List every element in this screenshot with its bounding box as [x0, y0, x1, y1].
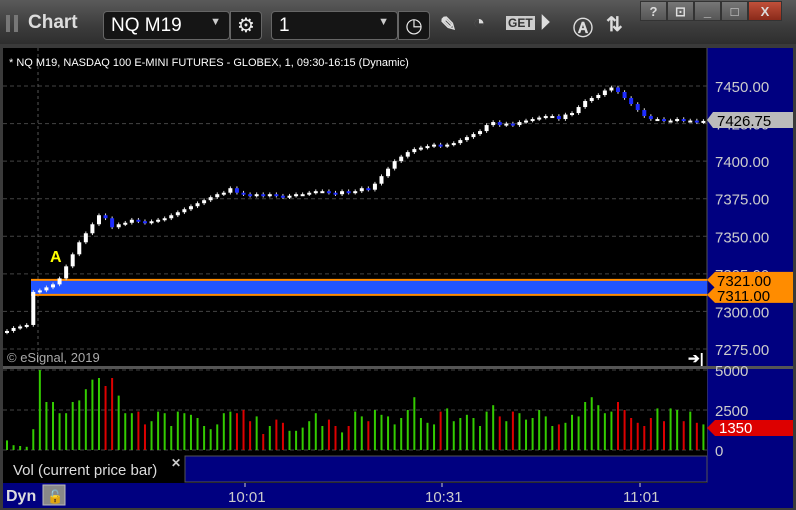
gear-icon: ⚙ — [237, 15, 255, 37]
svg-text:🔓: 🔓 — [47, 489, 63, 504]
price-tick-label: 7275.00 — [715, 342, 769, 359]
level-low-tag[interactable]: 7311.00 — [707, 286, 793, 305]
maximize-button[interactable]: □ — [721, 1, 748, 21]
candle — [110, 216, 115, 230]
price-tick-label: 7375.00 — [715, 192, 769, 209]
volume-tick-label: 2500 — [715, 403, 748, 420]
clock-icon: ◷ — [405, 15, 423, 37]
layout-button[interactable]: ⊡ — [667, 1, 694, 21]
time-axis[interactable] — [3, 483, 793, 508]
svg-text:7426.75: 7426.75 — [717, 113, 771, 130]
minimize-button[interactable]: _ — [694, 1, 721, 21]
svg-text:7311.00: 7311.00 — [717, 288, 770, 305]
chart-header: * NQ M19, NASDAQ 100 E-MINI FUTURES - GL… — [9, 57, 409, 69]
time-tick-label: 11:01 — [623, 489, 659, 506]
study-icon[interactable]: ◔ — [473, 12, 485, 35]
symbol-input[interactable]: NQ M19 ▼ — [103, 11, 230, 40]
lock-icon[interactable]: 🔓 — [42, 484, 66, 506]
volume-study-label[interactable]: Vol (current price bar) — [13, 462, 157, 479]
symbol-settings-button[interactable]: ⚙ — [230, 11, 262, 40]
chevron-down-icon[interactable]: ▼ — [378, 16, 389, 28]
price-tick-label: 7450.00 — [715, 79, 769, 96]
interval-value: 1 — [279, 15, 290, 36]
help-button[interactable]: ? — [640, 1, 667, 21]
chevron-down-icon[interactable]: ▼ — [210, 16, 221, 28]
candle — [96, 213, 101, 227]
copyright-text: © eSignal, 2019 — [7, 350, 100, 365]
current-volume-tag: 1350 — [707, 420, 793, 437]
svg-text:1350: 1350 — [719, 420, 752, 437]
interval-clock-button[interactable]: ◷ — [398, 11, 430, 40]
volume-tick-label: 5000 — [715, 363, 748, 380]
candle — [90, 222, 95, 236]
close-button[interactable]: X — [748, 1, 782, 21]
window-title: Chart — [28, 12, 78, 33]
title-bar: Chart NQ M19 ▼ ⚙ 1 ▼ ◷ ✎ ◔ GET ⏵ Ⓐ ⇅ ? ⊡ _… — [0, 0, 796, 44]
price-tick-label: 7300.00 — [715, 304, 769, 321]
mode-label[interactable]: Dyn — [6, 488, 36, 505]
candle — [83, 231, 88, 245]
play-icon[interactable]: ⏵ — [540, 12, 550, 35]
candle — [31, 290, 36, 327]
price-pane[interactable] — [3, 48, 707, 366]
close-study-icon[interactable]: ✕ — [171, 456, 181, 470]
symbol-value: NQ M19 — [111, 15, 182, 36]
time-tick-label: 10:31 — [425, 489, 463, 506]
get-data-icon[interactable]: GET — [506, 16, 535, 30]
drag-grip-icon[interactable] — [6, 15, 18, 32]
scroll-to-end-icon[interactable]: ➔| — [688, 350, 704, 366]
price-tick-label: 7400.00 — [715, 154, 769, 171]
annotation-marker[interactable]: A — [50, 249, 62, 266]
time-tick-label: 10:01 — [228, 489, 266, 506]
candle — [77, 240, 82, 257]
pencil-icon[interactable]: ✎ — [440, 12, 457, 37]
price-band — [31, 279, 707, 295]
link-icon[interactable]: ⇅ — [606, 12, 623, 37]
interval-input[interactable]: 1 ▼ — [271, 11, 398, 40]
chart-area[interactable]: 7450.007425.007400.007375.007350.007325.… — [3, 48, 793, 508]
last-price-tag: 7426.75 — [707, 112, 793, 130]
volume-tick-label: 0 — [715, 443, 723, 460]
price-tick-label: 7350.00 — [715, 229, 769, 246]
candle — [64, 264, 69, 281]
candle — [70, 252, 75, 269]
alert-icon[interactable]: Ⓐ — [573, 12, 593, 41]
